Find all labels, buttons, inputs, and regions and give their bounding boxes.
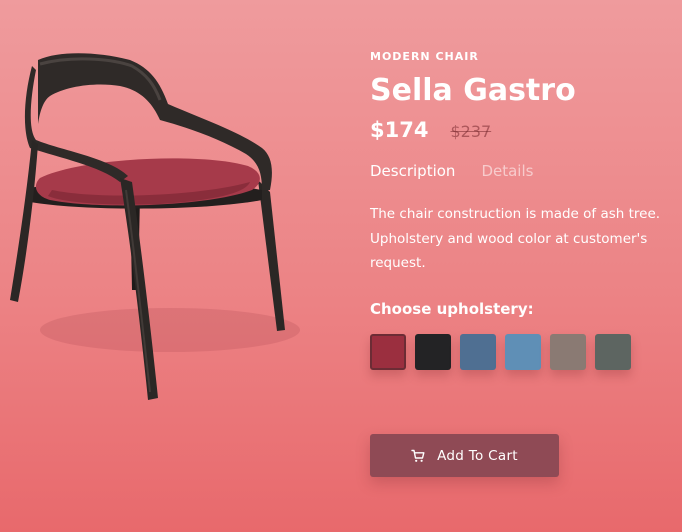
swatch-crimson[interactable] — [370, 333, 406, 370]
add-to-cart-label: Add To Cart — [437, 447, 518, 464]
product-image — [0, 40, 320, 420]
swatch-light-blue[interactable] — [505, 333, 541, 370]
chair-image — [10, 53, 300, 400]
price-row: $174 $237 — [370, 118, 670, 148]
swatch-black[interactable] — [415, 333, 451, 370]
swatch-gray-green[interactable] — [595, 333, 631, 370]
shopping-cart-icon — [411, 449, 425, 463]
chair-shadow — [40, 308, 300, 352]
swatch-denim[interactable] — [460, 333, 496, 370]
add-to-cart-button[interactable]: Add To Cart — [370, 434, 559, 477]
info-tabs: Description Details — [370, 162, 670, 182]
product-category: MODERN CHAIR — [370, 50, 479, 63]
product-details: MODERN CHAIR Sella Gastro $174 $237 Desc… — [370, 50, 670, 370]
product-title: Sella Gastro — [370, 73, 576, 108]
upholstery-swatches — [370, 333, 670, 370]
chair-back-leg-right — [258, 180, 285, 331]
old-price: $237 — [450, 122, 492, 141]
upholstery-label: Choose upholstery: — [370, 299, 534, 318]
current-price: $174 — [370, 118, 429, 142]
chair-front-leg-left — [10, 140, 38, 302]
swatch-taupe[interactable] — [550, 333, 586, 370]
tab-description[interactable]: Description — [370, 162, 455, 182]
product-description: The chair construction is made of ash tr… — [370, 206, 661, 271]
tab-details[interactable]: Details — [481, 162, 533, 182]
